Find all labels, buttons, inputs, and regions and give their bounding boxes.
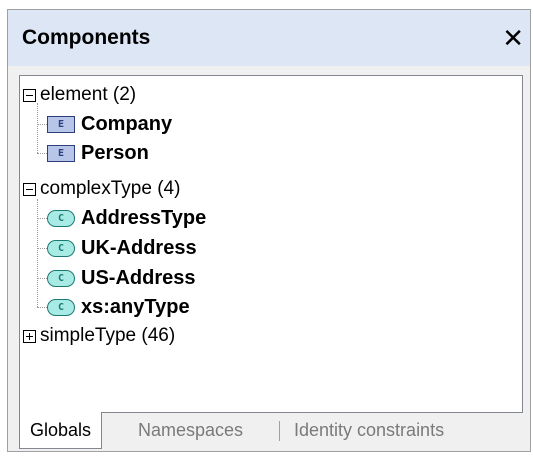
components-tree[interactable]: element (2) E Company E Person complexTy… — [19, 75, 523, 413]
tree-group-simpletype[interactable]: simpleType (46) — [23, 322, 175, 350]
item-label: UK-Address — [81, 236, 197, 259]
group-label: simpleType (46) — [40, 325, 176, 346]
tree-connector — [37, 248, 47, 249]
group-label: complexType (4) — [40, 178, 181, 199]
tree-group-element[interactable]: element (2) — [23, 81, 136, 109]
tree-connector — [37, 307, 47, 308]
item-label: xs:anyType — [81, 295, 190, 318]
tree-connector — [37, 153, 47, 154]
item-label: AddressType — [81, 206, 207, 229]
tree-item-company[interactable]: E Company — [47, 110, 172, 138]
item-label: Person — [81, 141, 149, 164]
tree-connector — [37, 278, 47, 279]
panel-header: Components ✕ — [8, 10, 530, 66]
tree-connector — [37, 124, 47, 125]
collapse-icon[interactable] — [23, 182, 36, 196]
tree-connector — [37, 103, 38, 153]
element-icon: E — [47, 144, 75, 162]
tree-group-complextype[interactable]: complexType (4) — [23, 175, 180, 203]
tree-connector — [37, 199, 38, 307]
tab-separator — [279, 421, 280, 441]
item-label: Company — [81, 112, 173, 135]
tree-connector — [37, 218, 47, 219]
complex-type-icon: C — [47, 298, 75, 316]
item-label: US-Address — [81, 266, 196, 289]
close-icon[interactable]: ✕ — [502, 10, 524, 66]
element-icon: E — [47, 115, 75, 133]
complex-type-icon: C — [47, 269, 75, 287]
panel-title: Components — [22, 26, 151, 49]
collapse-icon[interactable] — [23, 88, 36, 102]
tree-item-addresstype[interactable]: C AddressType — [47, 204, 206, 232]
components-panel: Components ✕ element (2) E Company E Per… — [7, 9, 531, 452]
complex-type-icon: C — [47, 209, 75, 227]
panel-tabs: Globals Namespaces Identity constraints — [8, 412, 530, 452]
tree-item-uk-address[interactable]: C UK-Address — [47, 234, 197, 262]
expand-icon[interactable] — [23, 329, 36, 343]
complex-type-icon: C — [47, 239, 75, 257]
tree-item-us-address[interactable]: C US-Address — [47, 264, 195, 292]
group-label: element (2) — [40, 84, 137, 105]
tree-item-person[interactable]: E Person — [47, 139, 149, 167]
tree-item-xs-anytype[interactable]: C xs:anyType — [47, 293, 190, 321]
tab-namespaces[interactable]: Namespaces — [138, 412, 243, 448]
tab-identity-constraints[interactable]: Identity constraints — [294, 412, 444, 448]
tab-globals[interactable]: Globals — [19, 412, 103, 449]
